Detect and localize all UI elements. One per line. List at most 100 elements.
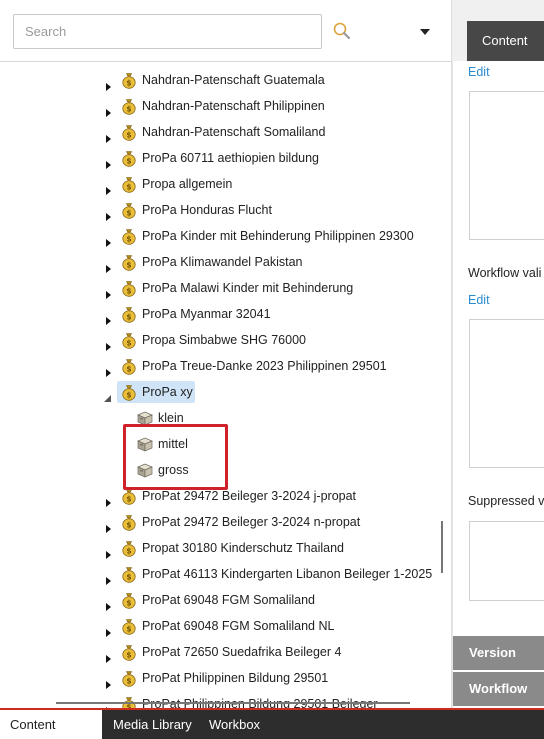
svg-text:$: $ <box>126 365 131 374</box>
expand-arrow-icon[interactable] <box>103 673 113 689</box>
svg-text:$: $ <box>126 521 131 530</box>
chevron-down-icon[interactable] <box>414 24 436 40</box>
tree-node-label: Nahdran-Patenschaft Somaliland <box>142 125 326 139</box>
tab-media-library[interactable]: Media Library <box>103 710 202 739</box>
tree-node-label: ProPa Malawi Kinder mit Behinderung <box>142 281 354 295</box>
vertical-scrollbar[interactable] <box>441 521 443 573</box>
tree-node-label: ProPat 46113 Kindergarten Libanon Beileg… <box>142 567 433 581</box>
expand-arrow-icon[interactable] <box>103 205 113 221</box>
tree-node-label: ProPa Klimawandel Pakistan <box>142 255 303 269</box>
expand-arrow-icon[interactable] <box>103 231 113 247</box>
tree-node-label: ProPa Treue-Danke 2023 Philippinen 29501 <box>142 359 387 373</box>
tree-node[interactable]: $ ProPat Philippinen Bildung 29501 Beileg… <box>0 691 448 708</box>
tree-node[interactable]: $ ProPat 69048 FGM Somaliland <box>0 587 448 613</box>
tree-node[interactable]: $ Nahdran-Patenschaft Guatemala <box>0 67 448 93</box>
money-bag-icon: $ <box>120 383 138 401</box>
expand-arrow-icon[interactable] <box>103 101 113 117</box>
tab-workbox[interactable]: Workbox <box>199 710 270 739</box>
horizontal-scrollbar[interactable] <box>56 702 410 704</box>
edit-link[interactable]: Edit <box>468 65 490 79</box>
tree-node[interactable]: $ ProPat 29472 Beileger 3-2024 n-propat <box>0 509 448 535</box>
svg-text:$: $ <box>126 183 131 192</box>
tree-node-label: ProPat 72650 Suedafrika Beileger 4 <box>142 645 342 659</box>
expand-arrow-icon[interactable] <box>103 569 113 585</box>
expand-arrow-icon[interactable] <box>103 75 113 91</box>
workflow-validation-label: Workflow vali <box>468 266 542 280</box>
tree-node-label: ProPa Kinder mit Behinderung Philippinen… <box>142 229 414 243</box>
suppressed-validation-field[interactable] <box>469 521 544 601</box>
tree-node-label: ProPat Philippinen Bildung 29501 <box>142 671 329 685</box>
expand-arrow-icon[interactable] <box>103 283 113 299</box>
money-bag-icon: $ <box>120 279 138 297</box>
search-input[interactable] <box>13 14 322 49</box>
expand-arrow-icon[interactable] <box>103 647 113 663</box>
expand-arrow-icon[interactable] <box>103 257 113 273</box>
tree-node[interactable]: $ Nahdran-Patenschaft Somaliland <box>0 119 448 145</box>
expand-arrow-icon[interactable] <box>103 361 113 377</box>
tree-node[interactable]: $ ProPat Philippinen Bildung 29501 <box>0 665 448 691</box>
tree-node[interactable]: $ ProPa Honduras Flucht <box>0 197 448 223</box>
tree-node[interactable]: $ ProPat 69048 FGM Somaliland NL <box>0 613 448 639</box>
money-bag-icon: $ <box>120 331 138 349</box>
search-bar <box>0 0 451 62</box>
svg-text:$: $ <box>126 209 131 218</box>
expand-arrow-icon[interactable] <box>103 335 113 351</box>
expand-arrow-icon[interactable] <box>103 595 113 611</box>
tree-node[interactable]: $ ProPa Klimawandel Pakistan <box>0 249 448 275</box>
tree-node-label: ProPa Honduras Flucht <box>142 203 272 217</box>
tree-node[interactable]: $ Nahdran-Patenschaft Philippinen <box>0 93 448 119</box>
tab-content[interactable]: Content <box>467 21 544 61</box>
tree-node[interactable]: $ ProPa Malawi Kinder mit Behinderung <box>0 275 448 301</box>
svg-text:$: $ <box>126 651 131 660</box>
tree-node-label: ProPat 69048 FGM Somaliland NL <box>142 619 335 633</box>
tree-node-label: ProPa 60711 aethiopien bildung <box>142 151 319 165</box>
tree-node[interactable]: $ ProPa xy <box>0 379 448 405</box>
money-bag-icon: $ <box>120 617 138 635</box>
tree-node-label: ProPa xy <box>142 385 193 399</box>
collapse-arrow-icon[interactable] <box>103 387 113 402</box>
tree-node[interactable]: $ ProPa Myanmar 32041 <box>0 301 448 327</box>
tree-node[interactable]: $ ProPa 60711 aethiopien bildung <box>0 145 448 171</box>
tree-node-label: ProPa Myanmar 32041 <box>142 307 271 321</box>
tree-node[interactable]: $ Propa Simbabwe SHG 76000 <box>0 327 448 353</box>
tree-node-label: Propa Simbabwe SHG 76000 <box>142 333 306 347</box>
tree-node[interactable]: $ ProPa Treue-Danke 2023 Philippinen 2950… <box>0 353 448 379</box>
svg-text:$: $ <box>126 599 131 608</box>
expand-arrow-icon[interactable] <box>103 309 113 325</box>
tree-node[interactable]: $ ProPat 72650 Suedafrika Beileger 4 <box>0 639 448 665</box>
expand-arrow-icon[interactable] <box>103 621 113 637</box>
tree-node[interactable]: $ ProPat 46113 Kindergarten Libanon Beile… <box>0 561 448 587</box>
expand-arrow-icon[interactable] <box>103 179 113 195</box>
content-tree: $ Nahdran-Patenschaft Guatemala $ Nahdran-P… <box>0 67 448 708</box>
expand-arrow-icon[interactable] <box>103 517 113 533</box>
svg-text:$: $ <box>126 235 131 244</box>
tree-node[interactable]: $ ProPa Kinder mit Behinderung Philippine… <box>0 223 448 249</box>
money-bag-icon: $ <box>120 175 138 193</box>
tree-node-label: Nahdran-Patenschaft Philippinen <box>142 99 325 113</box>
section-version[interactable]: Version <box>453 636 544 670</box>
svg-text:$: $ <box>126 287 131 296</box>
expand-arrow-icon[interactable] <box>103 153 113 169</box>
money-bag-icon: $ <box>120 123 138 141</box>
tab-content-editor[interactable]: Content Editor <box>0 710 102 739</box>
svg-text:$: $ <box>126 573 131 582</box>
tree-node[interactable]: $ Propat 30180 Kinderschutz Thailand <box>0 535 448 561</box>
expand-arrow-icon[interactable] <box>103 491 113 507</box>
rich-text-field[interactable] <box>469 91 544 240</box>
money-bag-icon: $ <box>120 227 138 245</box>
money-bag-icon: $ <box>120 643 138 661</box>
edit-link[interactable]: Edit <box>468 293 490 307</box>
workflow-validation-field[interactable] <box>469 319 544 468</box>
expand-arrow-icon[interactable] <box>103 127 113 143</box>
svg-text:$: $ <box>126 79 131 88</box>
tree-node[interactable]: $ Propa allgemein <box>0 171 448 197</box>
svg-text:$: $ <box>126 105 131 114</box>
money-bag-icon: $ <box>120 201 138 219</box>
money-bag-icon: $ <box>120 97 138 115</box>
search-icon[interactable] <box>332 21 354 43</box>
expand-arrow-icon[interactable] <box>103 543 113 559</box>
section-workflow[interactable]: Workflow <box>453 672 544 706</box>
tree-node-label: ProPat 69048 FGM Somaliland <box>142 593 316 607</box>
editor-body: Edit Workflow vali Edit Suppressed va Ve… <box>452 61 544 708</box>
svg-text:$: $ <box>126 495 131 504</box>
